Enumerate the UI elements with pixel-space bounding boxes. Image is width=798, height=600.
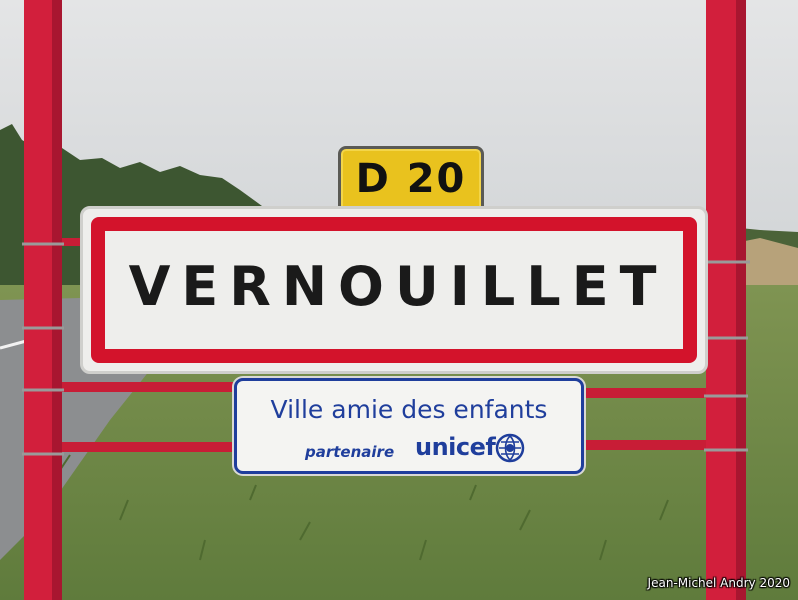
town-name: VERNOUILLET	[128, 255, 668, 318]
rail-mid-left	[56, 382, 236, 392]
unicef-title: Ville amie des enfants	[270, 395, 548, 424]
town-entry-sign: VERNOUILLET	[80, 206, 708, 374]
unicef-partner-label: partenaire	[305, 443, 395, 461]
road-number: D 20	[355, 156, 467, 202]
pole-left-shade	[52, 0, 62, 600]
globe-icon	[495, 433, 525, 463]
road-number-plate: D 20	[338, 146, 484, 214]
unicef-logo: unicef	[415, 433, 496, 461]
unicef-panel: Ville amie des enfants partenaire unicef	[234, 378, 584, 474]
rail-mid-right	[584, 388, 724, 398]
photo-credit: Jean-Michel Andry 2020	[647, 576, 790, 590]
rail-low-right	[584, 440, 724, 450]
rail-low-left	[56, 442, 236, 452]
photo-frame: D 20 VERNOUILLET Ville amie des enfants …	[0, 0, 798, 600]
pole-right-shade	[736, 0, 746, 600]
